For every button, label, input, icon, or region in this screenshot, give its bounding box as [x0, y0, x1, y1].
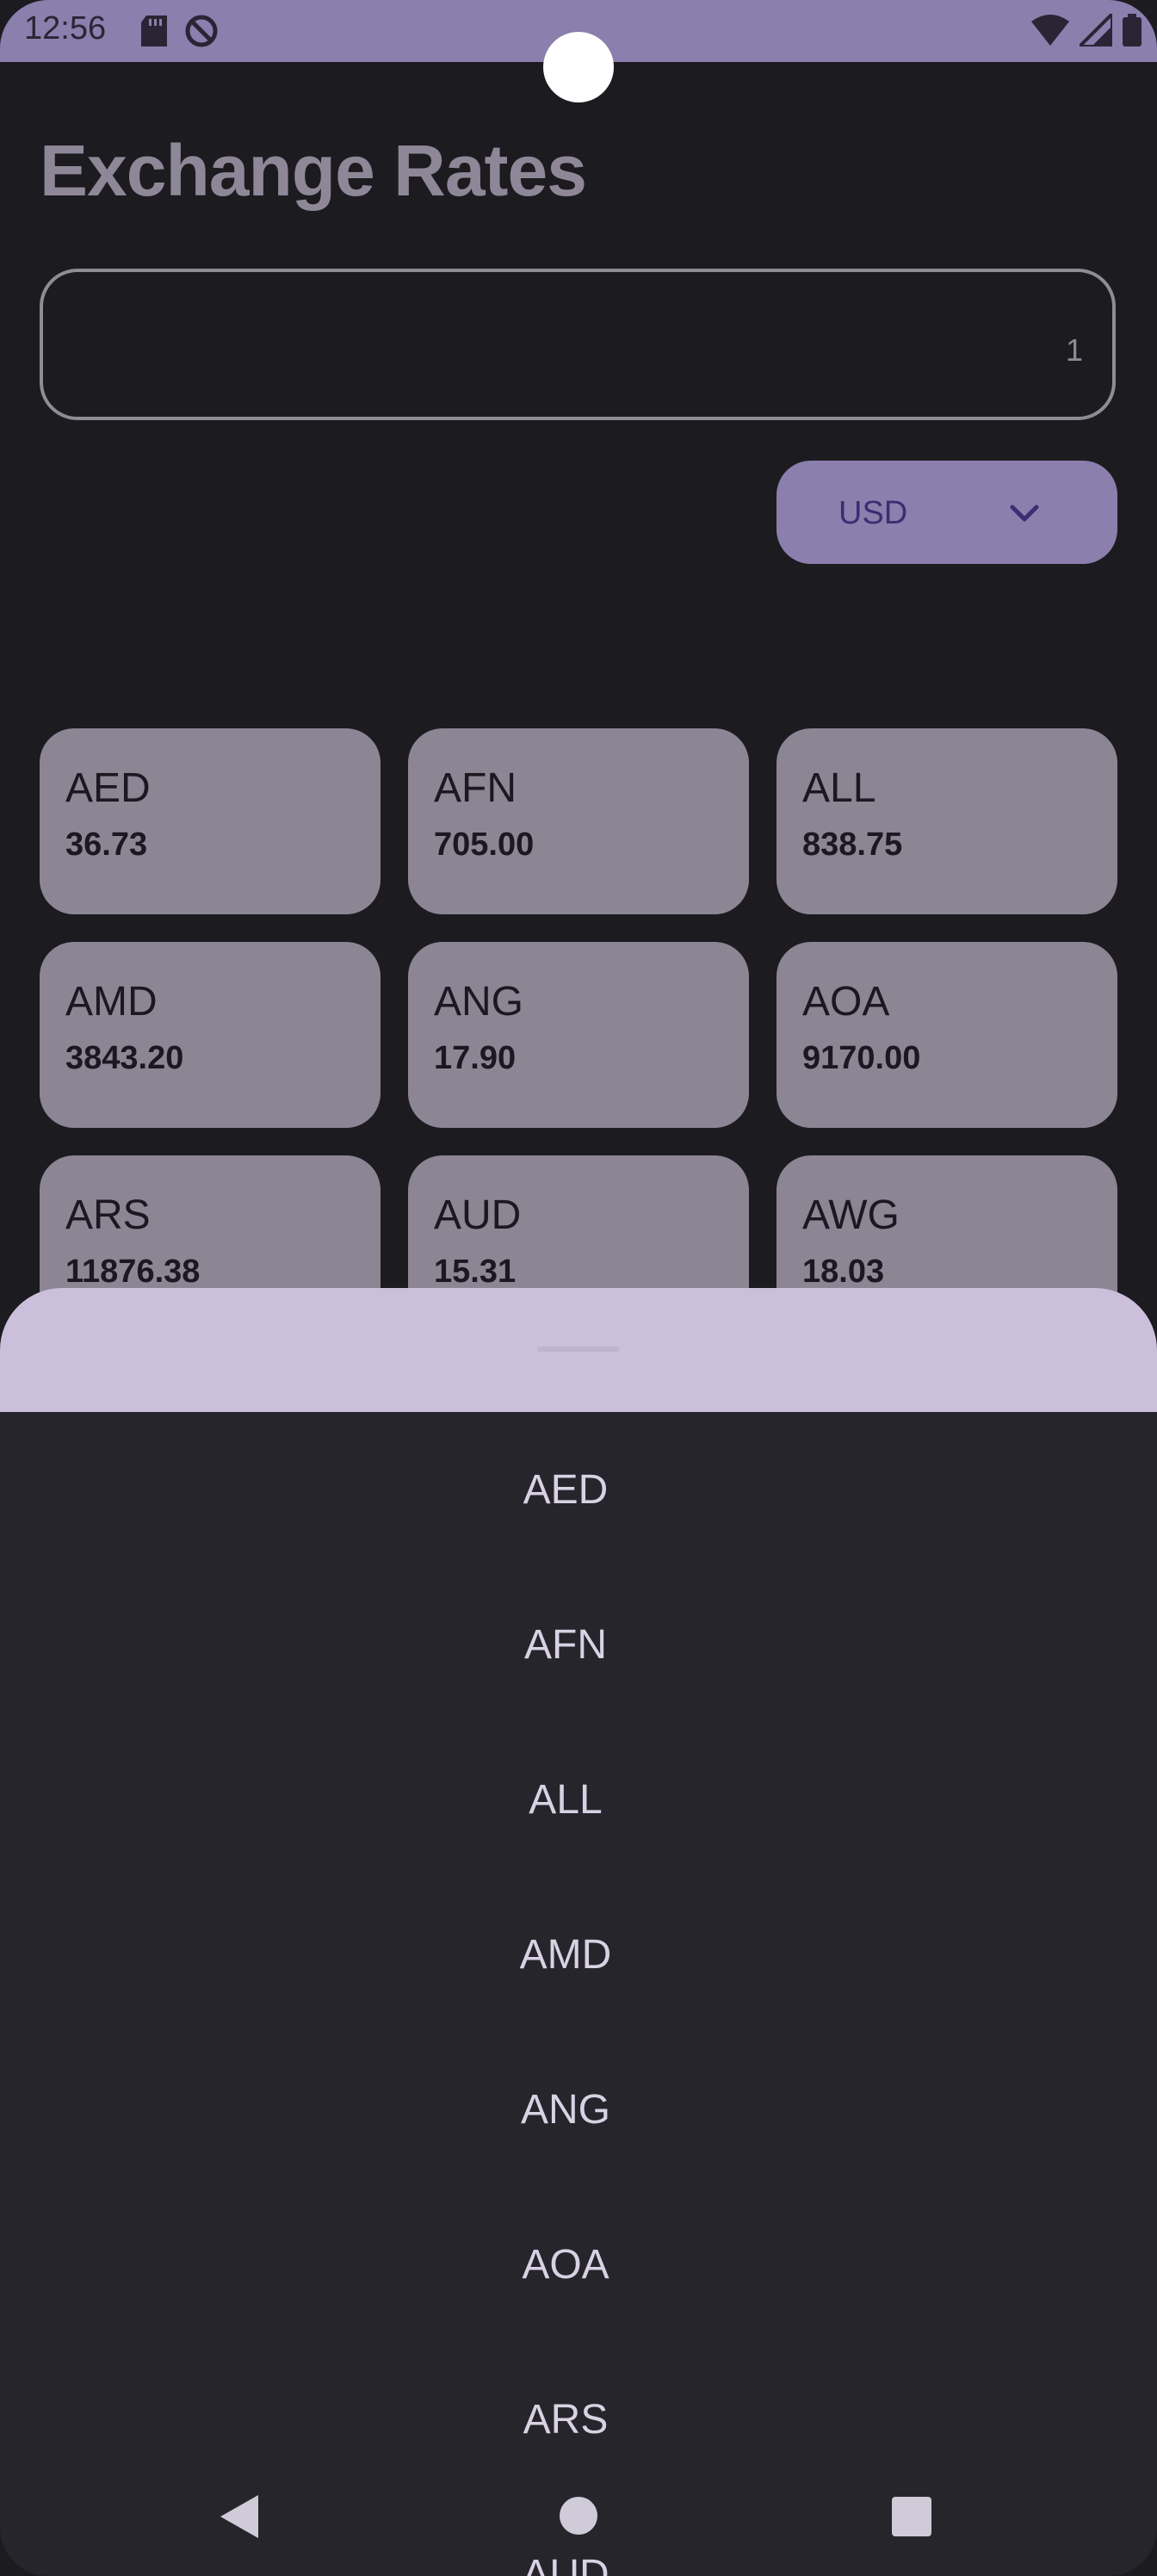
sheet-header[interactable]	[0, 1288, 1157, 1412]
rate-card[interactable]: ANG 17.90	[408, 942, 749, 1128]
rate-code: AMD	[65, 979, 158, 1025]
rate-value: 18.03	[802, 1254, 885, 1290]
status-icons-left	[141, 14, 219, 48]
recents-icon[interactable]	[892, 2497, 931, 2536]
do-not-disturb-icon	[185, 15, 218, 47]
amount-input[interactable]: 1	[40, 269, 1116, 420]
currency-option[interactable]: AMD	[0, 1877, 1157, 2032]
home-icon[interactable]	[560, 2497, 597, 2535]
rate-grid: AED 36.73 AFN 705.00 ALL 838.75 AMD 3843…	[40, 728, 1117, 1341]
rate-code: ALL	[802, 765, 876, 811]
sd-card-icon	[141, 15, 167, 46]
battery-icon	[1123, 14, 1142, 46]
rate-code: AFN	[434, 765, 517, 811]
rate-value: 36.73	[65, 827, 148, 863]
rate-value: 15.31	[434, 1254, 517, 1290]
rate-code: ANG	[434, 979, 524, 1025]
amount-value: 1	[1065, 332, 1083, 368]
nav-bar	[0, 2471, 1157, 2557]
status-time: 12:56	[24, 10, 107, 46]
rate-code: AOA	[802, 979, 890, 1025]
rate-value: 3843.20	[65, 1040, 184, 1076]
currency-select-label: USD	[838, 495, 908, 531]
wifi-icon	[1031, 15, 1069, 46]
rate-value: 9170.00	[802, 1040, 921, 1076]
rate-code: AWG	[802, 1192, 900, 1238]
camera-cutout	[543, 32, 614, 102]
currency-select-button[interactable]: USD	[776, 461, 1117, 564]
rate-card[interactable]: AOA 9170.00	[776, 942, 1117, 1128]
currency-option[interactable]: ALL	[0, 1722, 1157, 1877]
rate-code: ARS	[65, 1192, 151, 1238]
drag-handle[interactable]	[537, 1347, 620, 1352]
chevron-down-icon	[1010, 505, 1039, 522]
rate-value: 705.00	[434, 827, 535, 863]
rate-card[interactable]: AMD 3843.20	[40, 942, 381, 1128]
rate-card[interactable]: AFN 705.00	[408, 728, 749, 914]
currency-option[interactable]: AOA	[0, 2187, 1157, 2342]
currency-bottom-sheet: AED AFN ALL AMD ANG AOA ARS AUD	[0, 1288, 1157, 2576]
rate-code: AED	[65, 765, 151, 811]
rate-card[interactable]: ALL 838.75	[776, 728, 1117, 914]
rate-value: 17.90	[434, 1040, 517, 1076]
rate-card[interactable]: AED 36.73	[40, 728, 381, 914]
currency-option-list[interactable]: AED AFN ALL AMD ANG AOA ARS AUD	[0, 1412, 1157, 2576]
currency-option[interactable]: AED	[0, 1412, 1157, 1567]
currency-option[interactable]: AFN	[0, 1567, 1157, 1722]
signal-icon	[1080, 14, 1112, 46]
currency-option[interactable]: ANG	[0, 2032, 1157, 2187]
page-title: Exchange Rates	[40, 130, 587, 211]
rate-value: 838.75	[802, 827, 903, 863]
back-icon[interactable]	[219, 2493, 260, 2540]
status-icons-right	[1031, 14, 1142, 46]
rate-value: 11876.38	[65, 1254, 201, 1290]
app-screen: 12:56 Exchange Rates 1 USD AED 36.73 AFN…	[0, 0, 1157, 2576]
rate-code: AUD	[434, 1192, 522, 1238]
